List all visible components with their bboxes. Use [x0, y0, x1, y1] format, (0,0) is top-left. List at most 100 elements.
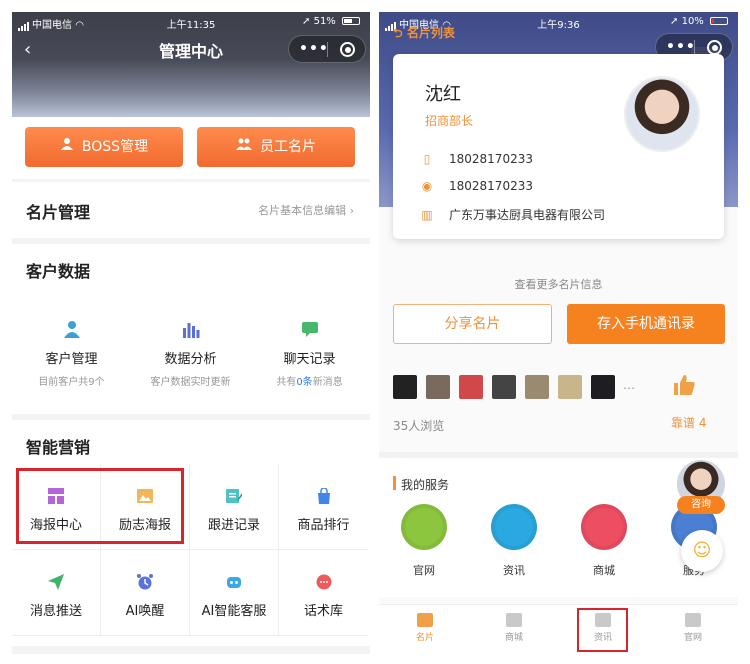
save-to-contacts-button[interactable]: 存入手机通讯录: [567, 304, 725, 344]
message-push-tile[interactable]: 消息推送: [12, 550, 101, 636]
ai-service-tile[interactable]: AI智能客服: [190, 550, 279, 636]
more-visitors-icon[interactable]: …: [623, 378, 635, 392]
business-card-screen: 中国电信 ◠ 上午9:36 ➚ 10% ⮌ 名片列表 ••• 沈红 招商部长 ▯…: [379, 12, 738, 654]
building-icon: ▥: [421, 208, 433, 222]
company-name: 广东万事达厨具电器有限公司: [449, 208, 606, 222]
view-count: 35人浏览: [393, 419, 445, 433]
chat-desc-suffix: 新消息: [312, 377, 343, 388]
back-to-card-list[interactable]: ⮌ 名片列表: [393, 24, 455, 45]
new-message-count: 0条: [296, 377, 313, 388]
script-library-tile[interactable]: 话术库: [279, 550, 368, 636]
boss-manage-button[interactable]: BOSS管理: [25, 127, 183, 167]
smart-marketing-title: 智能营销: [26, 438, 91, 457]
section-accent-bar: [393, 476, 396, 490]
battery-status: ➚ 10%: [670, 16, 728, 27]
visitor-avatar[interactable]: [591, 375, 615, 399]
chat-record-desc: 共有0条新消息: [250, 373, 369, 388]
customer-manage-item[interactable]: 客户管理 目前客户共9个: [12, 320, 131, 388]
service-news[interactable]: 资讯: [469, 504, 559, 578]
chat-bubble-icon: [301, 320, 319, 338]
shopping-bag-icon: [581, 504, 627, 550]
highlight-box: [16, 468, 184, 544]
boss-manage-label: BOSS管理: [81, 139, 149, 155]
close-target-icon[interactable]: [340, 42, 355, 57]
staff-card-label: 员工名片: [260, 139, 316, 155]
tab-website[interactable]: 官网: [663, 611, 723, 643]
more-menu-icon[interactable]: •••: [299, 41, 329, 57]
service-website-label: 官网: [413, 564, 435, 577]
bottom-tab-bar: 名片 商城 资讯 官网: [379, 604, 738, 654]
service-website[interactable]: 官网: [379, 504, 469, 578]
visitor-avatar[interactable]: [426, 375, 450, 399]
consult-button[interactable]: 咨询: [677, 496, 725, 514]
capsule-divider: [694, 40, 695, 55]
data-analysis-desc: 客户数据实时更新: [150, 377, 231, 388]
battery-percent: 51%: [313, 16, 336, 27]
contact-role: 招商部长: [425, 114, 474, 128]
visitor-avatar[interactable]: [492, 375, 516, 399]
cube-icon: [491, 504, 537, 550]
my-services-title: 我的服务: [401, 478, 450, 492]
shopping-bag-icon: [316, 487, 332, 504]
data-analysis-item[interactable]: 数据分析 客户数据实时更新: [131, 320, 250, 388]
bar-chart-icon: [182, 320, 200, 338]
more-menu-icon[interactable]: •••: [666, 39, 696, 55]
speech-bubble-icon: [316, 574, 332, 590]
card-management-title: 名片管理: [26, 203, 91, 222]
mini-program-capsule: •••: [288, 35, 366, 63]
robot-icon: [226, 574, 242, 590]
phone-number: 18028170233: [449, 152, 533, 166]
card-info-edit-link[interactable]: 名片基本信息编辑 ›: [258, 202, 354, 218]
service-mall[interactable]: 商城: [559, 504, 649, 578]
follow-up-tile[interactable]: 跟进记录: [190, 464, 279, 550]
ai-wakeup-tile[interactable]: AI唤醒: [101, 550, 190, 636]
phone-row[interactable]: ▯ 18028170233: [419, 152, 533, 166]
product-ranking-tile[interactable]: 商品排行: [279, 464, 368, 550]
battery-icon: [342, 17, 360, 25]
more-card-info-link[interactable]: 查看更多名片信息: [379, 276, 738, 292]
customer-manage-label: 客户管理: [45, 352, 98, 367]
capsule-divider: [327, 42, 328, 57]
visitor-avatar[interactable]: [558, 375, 582, 399]
company-row: ▥ 广东万事达厨具电器有限公司: [419, 206, 605, 223]
visitor-avatar[interactable]: [393, 375, 417, 399]
share-card-button[interactable]: 分享名片: [393, 304, 552, 344]
alarm-clock-icon: [137, 574, 153, 590]
chevron-right-icon: ›: [349, 204, 354, 217]
admin-center-screen: 中国电信 ◠ 上午11:35 ➚ 51% ‹ 管理中心 ••• BOSS管理 员…: [12, 12, 370, 654]
back-label: 名片列表: [406, 26, 455, 40]
card-info-edit-label: 名片基本信息编辑: [258, 204, 347, 217]
customer-person-icon: [63, 320, 81, 338]
chat-record-item[interactable]: 聊天记录 共有0条新消息: [250, 320, 369, 388]
group-icon: [236, 127, 252, 167]
card-management-row[interactable]: 名片管理 名片基本信息编辑 ›: [12, 182, 370, 238]
screenshot-root: 中国电信 ◠ 上午11:35 ➚ 51% ‹ 管理中心 ••• BOSS管理 员…: [0, 0, 750, 664]
tab-mall-label: 商城: [504, 633, 523, 643]
monitor-icon: [401, 504, 447, 550]
battery-status: ➚ 51%: [302, 16, 360, 27]
card-tab-icon: [417, 613, 433, 627]
person-icon: [60, 127, 74, 167]
visitor-avatar[interactable]: [525, 375, 549, 399]
battery-percent: 10%: [681, 16, 704, 27]
visitor-avatar[interactable]: [459, 375, 483, 399]
monitor-tab-icon: [685, 613, 701, 627]
highlight-box: [577, 608, 628, 652]
paper-plane-icon: [48, 574, 64, 590]
back-arrow-icon: ⮌: [393, 26, 403, 40]
tab-card[interactable]: 名片: [395, 611, 455, 643]
contact-card-fab-icon[interactable]: ☺: [681, 530, 723, 572]
wechat-row[interactable]: ◉ 18028170233: [419, 179, 533, 193]
staff-card-button[interactable]: 员工名片: [197, 127, 355, 167]
like-count: 靠谱 4: [671, 416, 707, 430]
tab-mall[interactable]: 商城: [484, 611, 544, 643]
battery-icon: [710, 17, 728, 25]
thumbs-up-icon[interactable]: [672, 373, 696, 403]
ai-service-label: AI智能客服: [201, 604, 267, 619]
close-target-icon[interactable]: [707, 40, 722, 55]
script-library-label: 话术库: [303, 604, 343, 619]
status-bar: 中国电信 ◠ 上午11:35 ➚ 51%: [12, 12, 370, 32]
top-button-bar: BOSS管理 员工名片: [12, 117, 370, 179]
chat-desc-prefix: 共有: [276, 377, 297, 388]
chat-record-label: 聊天记录: [283, 352, 336, 367]
